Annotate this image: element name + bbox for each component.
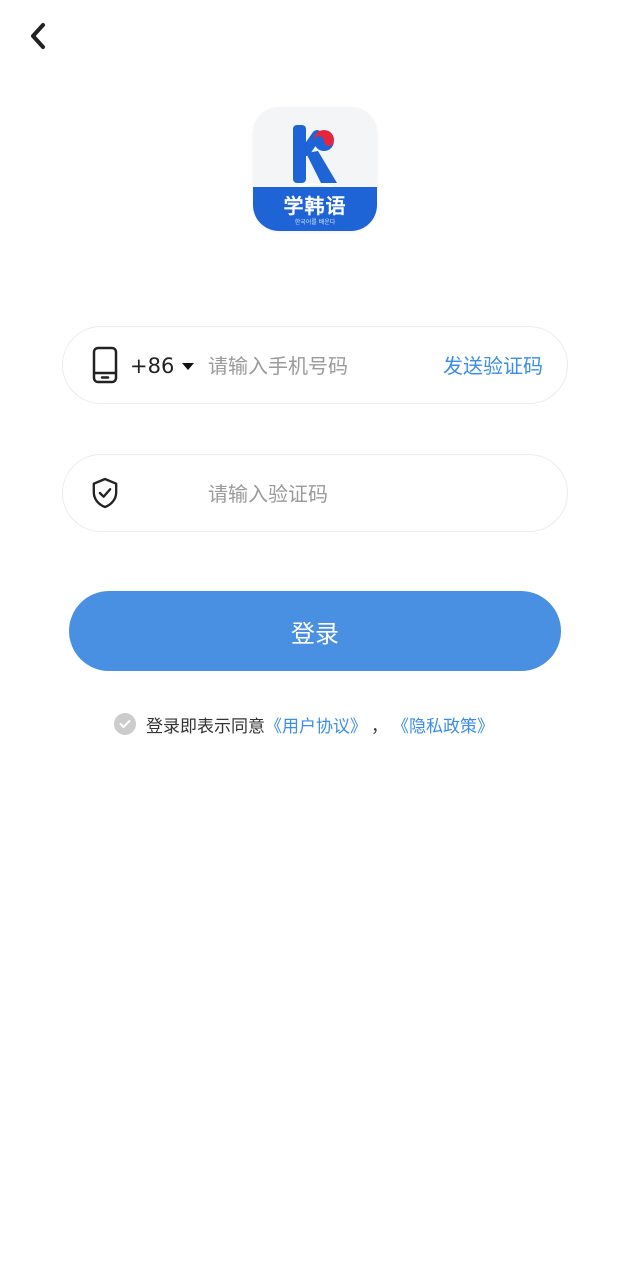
back-button[interactable] [18, 16, 58, 56]
privacy-policy-link[interactable]: 《隐私政策》 [392, 712, 494, 737]
send-code-button[interactable]: 发送验证码 [443, 351, 543, 381]
verification-code-input[interactable] [208, 475, 508, 513]
verification-code-field [62, 454, 568, 532]
agreement-row: 登录即表示同意 《用户协议》 ， 《隐私政策》 [114, 710, 494, 738]
check-icon [119, 720, 131, 728]
shield-check-icon [91, 474, 119, 512]
user-agreement-link[interactable]: 《用户协议》 [265, 712, 367, 737]
chevron-left-icon [31, 23, 45, 49]
country-code-selector[interactable]: +86 [130, 349, 195, 383]
app-logo: 学韩语 한국어를 배운다 [253, 107, 377, 231]
logo-subtitle: 한국어를 배운다 [294, 219, 336, 226]
caret-down-icon [182, 362, 195, 370]
phone-field: +86 发送验证码 [62, 326, 568, 404]
login-screen: 学韩语 한국어를 배운다 +86 发送验证码 登录 [0, 0, 630, 1280]
agreement-separator: ， [371, 716, 388, 737]
agreement-text: 登录即表示同意 [146, 716, 265, 737]
agreement-checkbox[interactable] [114, 713, 136, 735]
login-button[interactable]: 登录 [69, 591, 561, 671]
phone-icon [91, 346, 119, 384]
phone-input[interactable] [208, 347, 428, 385]
logo-title: 学韩语 [283, 194, 347, 218]
country-code: +86 [130, 354, 175, 378]
